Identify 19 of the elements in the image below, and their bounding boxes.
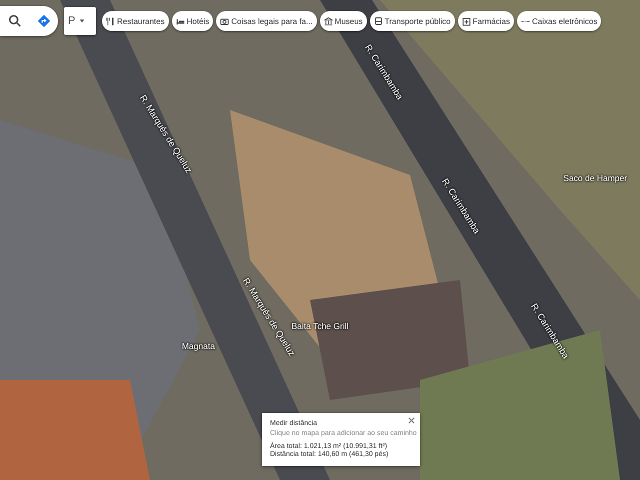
search-box[interactable]: [0, 6, 58, 36]
museum-icon: [324, 16, 333, 26]
category-chip[interactable]: Transporte público: [370, 11, 455, 31]
category-chip[interactable]: Farmácias: [458, 11, 514, 31]
category-chip[interactable]: Restaurantes: [102, 11, 169, 31]
fork-icon: [106, 16, 115, 26]
category-chip[interactable]: Museus: [320, 11, 367, 31]
place-label: Magnata: [182, 340, 215, 351]
search-icon[interactable]: [8, 14, 22, 28]
bed-icon: [176, 16, 185, 26]
close-icon[interactable]: [408, 417, 415, 424]
caret-icon: [79, 18, 86, 24]
layers-button[interactable]: P: [64, 7, 96, 35]
place-label: Saco de Hamper: [563, 172, 628, 183]
category-chip[interactable]: Coisas legais para fa...: [216, 11, 317, 31]
place-label: Baita Tche Grill: [292, 321, 348, 332]
category-chip[interactable]: Caixas eletrônicos: [516, 11, 602, 31]
camera-icon: [220, 16, 230, 26]
pharmacy-icon: [462, 16, 471, 26]
